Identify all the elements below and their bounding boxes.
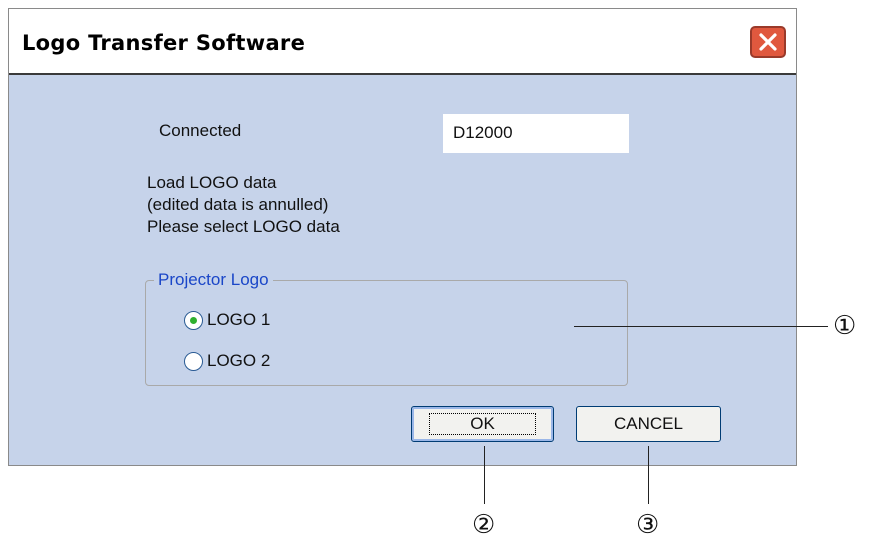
cancel-button[interactable]: CANCEL xyxy=(576,406,721,442)
logo-2-radio[interactable] xyxy=(184,351,203,371)
cancel-button-label: CANCEL xyxy=(614,414,683,433)
instruction-line-2: (edited data is annulled) xyxy=(147,195,329,214)
callout-2-line xyxy=(484,446,485,504)
instruction-line-1: Load LOGO data xyxy=(147,173,277,192)
instruction-text: Load LOGO data (edited data is annulled)… xyxy=(147,172,340,238)
logo-transfer-dialog: Logo Transfer Software Connected D12000 … xyxy=(8,8,797,466)
callout-1-line xyxy=(574,326,828,327)
model-field: D12000 xyxy=(443,114,629,153)
projector-logo-group: Projector Logo LOGO 1 LOGO 2 xyxy=(145,269,628,386)
logo-1-radio[interactable] xyxy=(184,310,203,330)
logo-1-label: LOGO 1 xyxy=(207,310,271,329)
ok-button[interactable]: OK xyxy=(411,406,554,442)
callout-3: ③ xyxy=(636,510,660,540)
close-button[interactable] xyxy=(750,26,786,58)
close-icon xyxy=(759,33,777,51)
window-title: Logo Transfer Software xyxy=(22,31,306,55)
logo-2-option[interactable]: LOGO 2 xyxy=(184,351,270,371)
logo-1-option[interactable]: LOGO 1 xyxy=(184,310,270,330)
ok-button-label: OK xyxy=(429,413,536,435)
callout-3-line xyxy=(648,446,649,504)
callout-1: ① xyxy=(833,311,857,341)
instruction-line-3: Please select LOGO data xyxy=(147,217,340,236)
logo-2-label: LOGO 2 xyxy=(207,351,271,370)
callout-2: ② xyxy=(472,510,496,540)
group-legend: Projector Logo xyxy=(154,269,273,291)
title-bar[interactable]: Logo Transfer Software xyxy=(9,9,796,75)
connection-label: Connected xyxy=(159,121,242,140)
